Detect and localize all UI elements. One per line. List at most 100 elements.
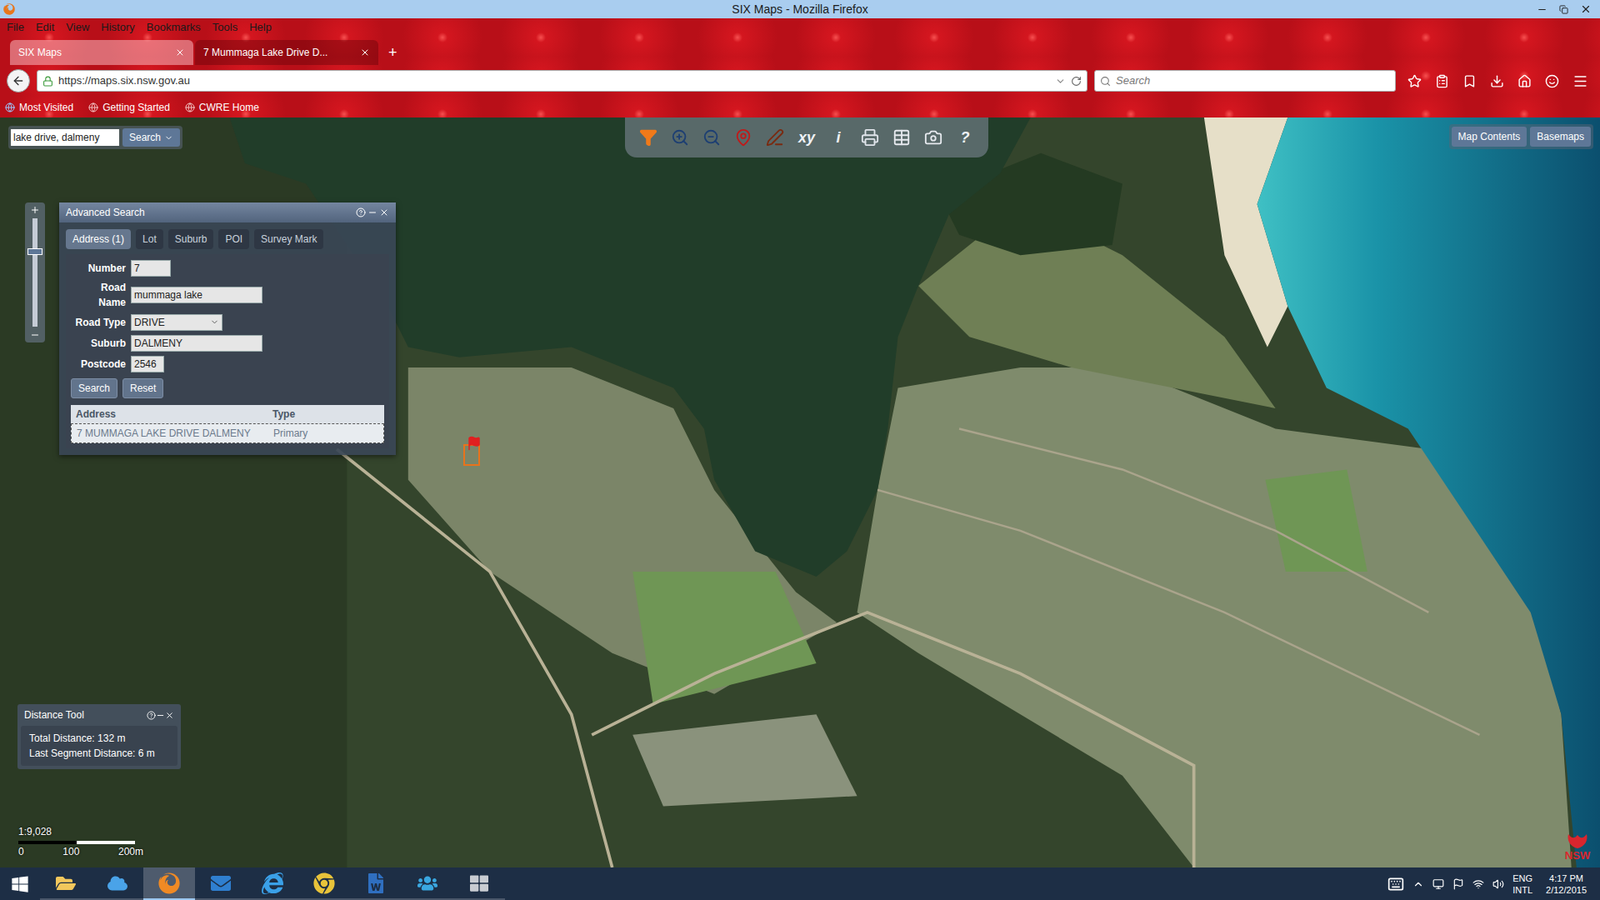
search-placeholder: Search xyxy=(1115,72,1150,90)
text-field[interactable]: 2546 xyxy=(130,355,165,373)
toolbar-button[interactable]: i xyxy=(826,125,850,150)
bookmark-item[interactable]: CWRE Home xyxy=(185,100,260,115)
taskbar-app[interactable] xyxy=(91,867,144,900)
pocket-icon[interactable] xyxy=(1462,74,1477,89)
search-field[interactable]: Search xyxy=(1094,70,1396,92)
zoom-track xyxy=(32,218,38,327)
menu-item[interactable]: View xyxy=(65,19,90,36)
dropdown-icon[interactable] xyxy=(1055,75,1066,87)
network-icon[interactable] xyxy=(1472,878,1485,890)
browser-tab[interactable]: 7 Mummaga Lake Drive D... xyxy=(195,40,379,65)
text-field[interactable]: 7 xyxy=(130,260,171,277)
toolbar-button[interactable]: ? xyxy=(953,125,977,150)
reload-icon[interactable] xyxy=(1070,75,1082,87)
zoom-plus-icon[interactable] xyxy=(30,205,40,215)
search-icon xyxy=(1100,75,1111,87)
select-field[interactable]: DRIVE xyxy=(130,314,223,331)
taskbar-app[interactable] xyxy=(453,867,505,900)
minimize-icon[interactable] xyxy=(155,710,165,720)
back-button[interactable] xyxy=(6,69,30,93)
toolbar-button[interactable]: xy xyxy=(795,125,819,150)
minimize-icon[interactable] xyxy=(367,207,378,218)
reading-list-icon[interactable] xyxy=(1435,74,1450,89)
toolbar-button[interactable] xyxy=(636,125,660,150)
bookmark-item[interactable]: Most Visited xyxy=(5,100,74,115)
menu-item[interactable]: Bookmarks xyxy=(146,19,201,36)
toolbar-button[interactable] xyxy=(921,125,945,150)
toolbar-button[interactable] xyxy=(700,125,724,150)
browser-tab[interactable]: SIX Maps xyxy=(10,40,194,65)
menu-item[interactable]: History xyxy=(100,19,135,36)
search-tab[interactable]: Survey Mark xyxy=(254,229,324,250)
menu-item[interactable]: File xyxy=(6,19,25,36)
menu-item[interactable]: Help xyxy=(249,19,272,36)
close-icon[interactable] xyxy=(165,710,175,720)
zoom-slider[interactable] xyxy=(25,202,45,343)
download-icon[interactable] xyxy=(1490,74,1505,89)
language-indicator[interactable]: ENGINTL xyxy=(1512,872,1533,896)
taskbar-app[interactable] xyxy=(401,867,454,900)
restore-icon[interactable] xyxy=(1559,5,1569,15)
results-table: AddressType7 MUMMAGA LAKE DRIVE DALMENYP… xyxy=(70,405,385,444)
menu-item[interactable]: Tools xyxy=(212,19,238,36)
minimize-icon[interactable] xyxy=(1536,4,1548,15)
start-button[interactable] xyxy=(0,867,40,900)
advanced-search-panel: Advanced SearchAddress (1)LotSuburbPOISu… xyxy=(59,202,396,455)
search-tab[interactable]: POI xyxy=(218,229,250,250)
volume-icon[interactable] xyxy=(1492,878,1505,890)
bookmark-star-icon[interactable] xyxy=(1407,74,1422,89)
table-row[interactable]: 7 MUMMAGA LAKE DRIVE DALMENYPrimary xyxy=(70,423,385,444)
close-tab-icon[interactable] xyxy=(360,47,370,58)
menu-icon[interactable] xyxy=(1572,73,1589,90)
keyboard-icon[interactable] xyxy=(1387,875,1405,893)
map-buttons: Map ContentsBasemaps xyxy=(1449,124,1594,150)
taskbar-app[interactable] xyxy=(350,867,402,900)
dropdown-icon xyxy=(210,317,220,327)
bookmark-item[interactable]: Getting Started xyxy=(88,100,170,115)
taskbar-app[interactable] xyxy=(298,867,350,900)
quick-search-input[interactable]: lake drive, dalmeny xyxy=(10,129,120,146)
map-button[interactable]: Map Contents xyxy=(1451,126,1528,147)
help-icon[interactable] xyxy=(146,710,156,720)
display-icon[interactable] xyxy=(1432,878,1445,890)
close-icon[interactable] xyxy=(1580,3,1592,15)
map-toolbar: xyi? xyxy=(625,117,989,158)
text-field[interactable]: mummaga lake xyxy=(130,286,263,304)
zoom-minus-icon[interactable] xyxy=(30,330,40,340)
action-center-icon[interactable] xyxy=(1452,878,1465,890)
map-button[interactable]: Basemaps xyxy=(1530,126,1591,147)
toolbar-button[interactable] xyxy=(763,125,787,150)
taskbar-app[interactable] xyxy=(40,867,92,900)
menu-bar: File Edit View History Bookmarks Tools Help xyxy=(0,18,1600,37)
show-hidden-icon[interactable] xyxy=(1412,878,1425,890)
new-tab-button[interactable]: + xyxy=(380,40,406,65)
form-button[interactable]: Search xyxy=(70,378,118,399)
form-button[interactable]: Reset xyxy=(122,378,164,399)
zoom-in-icon xyxy=(670,128,690,147)
toolbar-button[interactable] xyxy=(858,125,882,150)
feedback-icon[interactable] xyxy=(1545,74,1560,89)
menu-item[interactable]: Edit xyxy=(35,19,55,36)
zoom-thumb[interactable] xyxy=(27,248,43,255)
toolbar-button[interactable] xyxy=(731,125,755,150)
word-icon xyxy=(365,873,386,894)
map-view[interactable]: lake drive, dalmenySearchxyi?Map Content… xyxy=(0,117,1600,868)
search-tab[interactable]: Lot xyxy=(135,229,164,250)
url-field[interactable]: https://maps.six.nsw.gov.au xyxy=(36,70,1088,92)
text-field[interactable]: DALMENY xyxy=(130,335,263,352)
taskbar-app[interactable] xyxy=(246,867,299,900)
toolbar-button[interactable] xyxy=(890,125,914,150)
help-icon[interactable] xyxy=(355,207,366,218)
close-icon[interactable] xyxy=(379,207,390,218)
quick-search-button[interactable]: Search xyxy=(122,128,180,147)
close-tab-icon[interactable] xyxy=(175,47,185,58)
taskbar-app[interactable] xyxy=(195,867,247,900)
toolbar-button[interactable] xyxy=(668,125,692,150)
clock[interactable]: 4:17 PM2/12/2015 xyxy=(1540,872,1592,896)
firefox-window: SIX Maps - Mozilla FirefoxFileEditViewHi… xyxy=(0,0,1600,900)
search-tab[interactable]: Suburb xyxy=(168,229,215,250)
taskbar-app[interactable] xyxy=(143,867,195,900)
search-tab[interactable]: Address (1) xyxy=(65,229,131,250)
home-icon[interactable] xyxy=(1517,74,1532,89)
back-arrow-icon xyxy=(11,74,25,88)
